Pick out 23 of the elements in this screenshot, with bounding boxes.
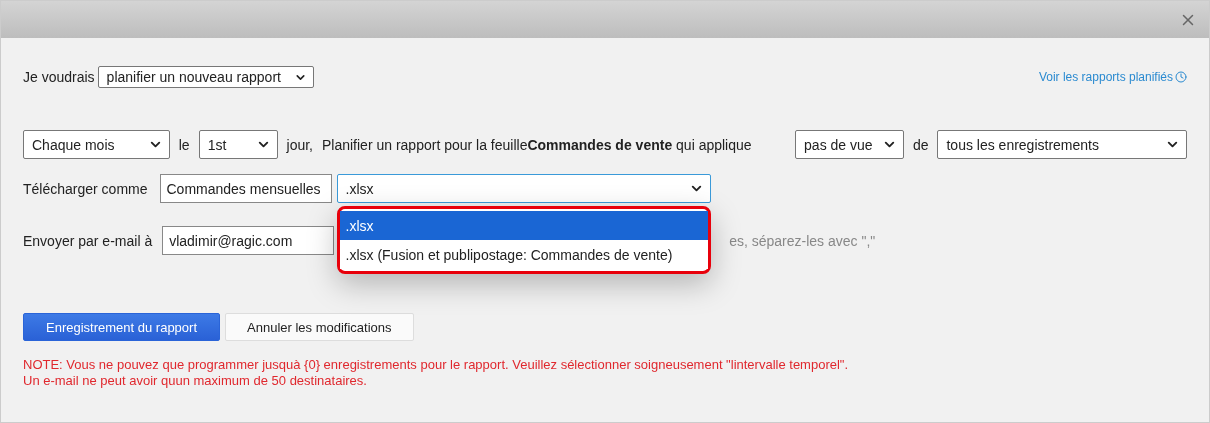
format-option[interactable]: .xlsx	[339, 211, 708, 240]
note-text: Un e-mail ne peut avoir quun maximum de 50 destinataires.	[23, 373, 368, 389]
email-hint: es, séparez-les avec ","	[729, 232, 876, 249]
format-select[interactable]: .xlsx	[336, 174, 711, 203]
action-select[interactable]: planifier un nouveau rapport	[97, 66, 314, 88]
intro-label: Je voudrais	[23, 69, 95, 85]
clock-icon	[1175, 71, 1187, 83]
save-report-button[interactable]: Enregistrement du rapport	[23, 313, 221, 341]
download-label: Télécharger comme	[23, 180, 148, 197]
note-text: NOTE: Vous ne pouvez que programmer jusquà {0} enregistrements pour le rapport. Veuillez sélectionner soigneusement "lintervalle temporel".	[23, 357, 850, 373]
records-select[interactable]: tous les enregistrements	[937, 130, 1187, 159]
day-prefix: le	[178, 136, 190, 153]
view-select[interactable]: pas de vue	[795, 130, 904, 159]
schedule-sentence: Planifier un rapport pour la feuilleCommandes de vente qui applique	[322, 136, 753, 153]
filename-field[interactable]: Commandes mensuelles	[159, 174, 332, 203]
cancel-button[interactable]: Annuler les modifications	[225, 313, 414, 341]
email-label: Envoyer par e-mail à	[23, 232, 153, 249]
day-select[interactable]: 1st	[198, 130, 278, 159]
format-option[interactable]: .xlsx (Fusion et publipostage: Commandes de vente)	[339, 240, 708, 269]
email-field[interactable]: vladimir@ragic.com	[162, 226, 335, 255]
day-suffix: jour,	[286, 136, 313, 153]
view-suffix: de	[912, 136, 929, 153]
frequency-select[interactable]: Chaque mois	[23, 130, 170, 159]
